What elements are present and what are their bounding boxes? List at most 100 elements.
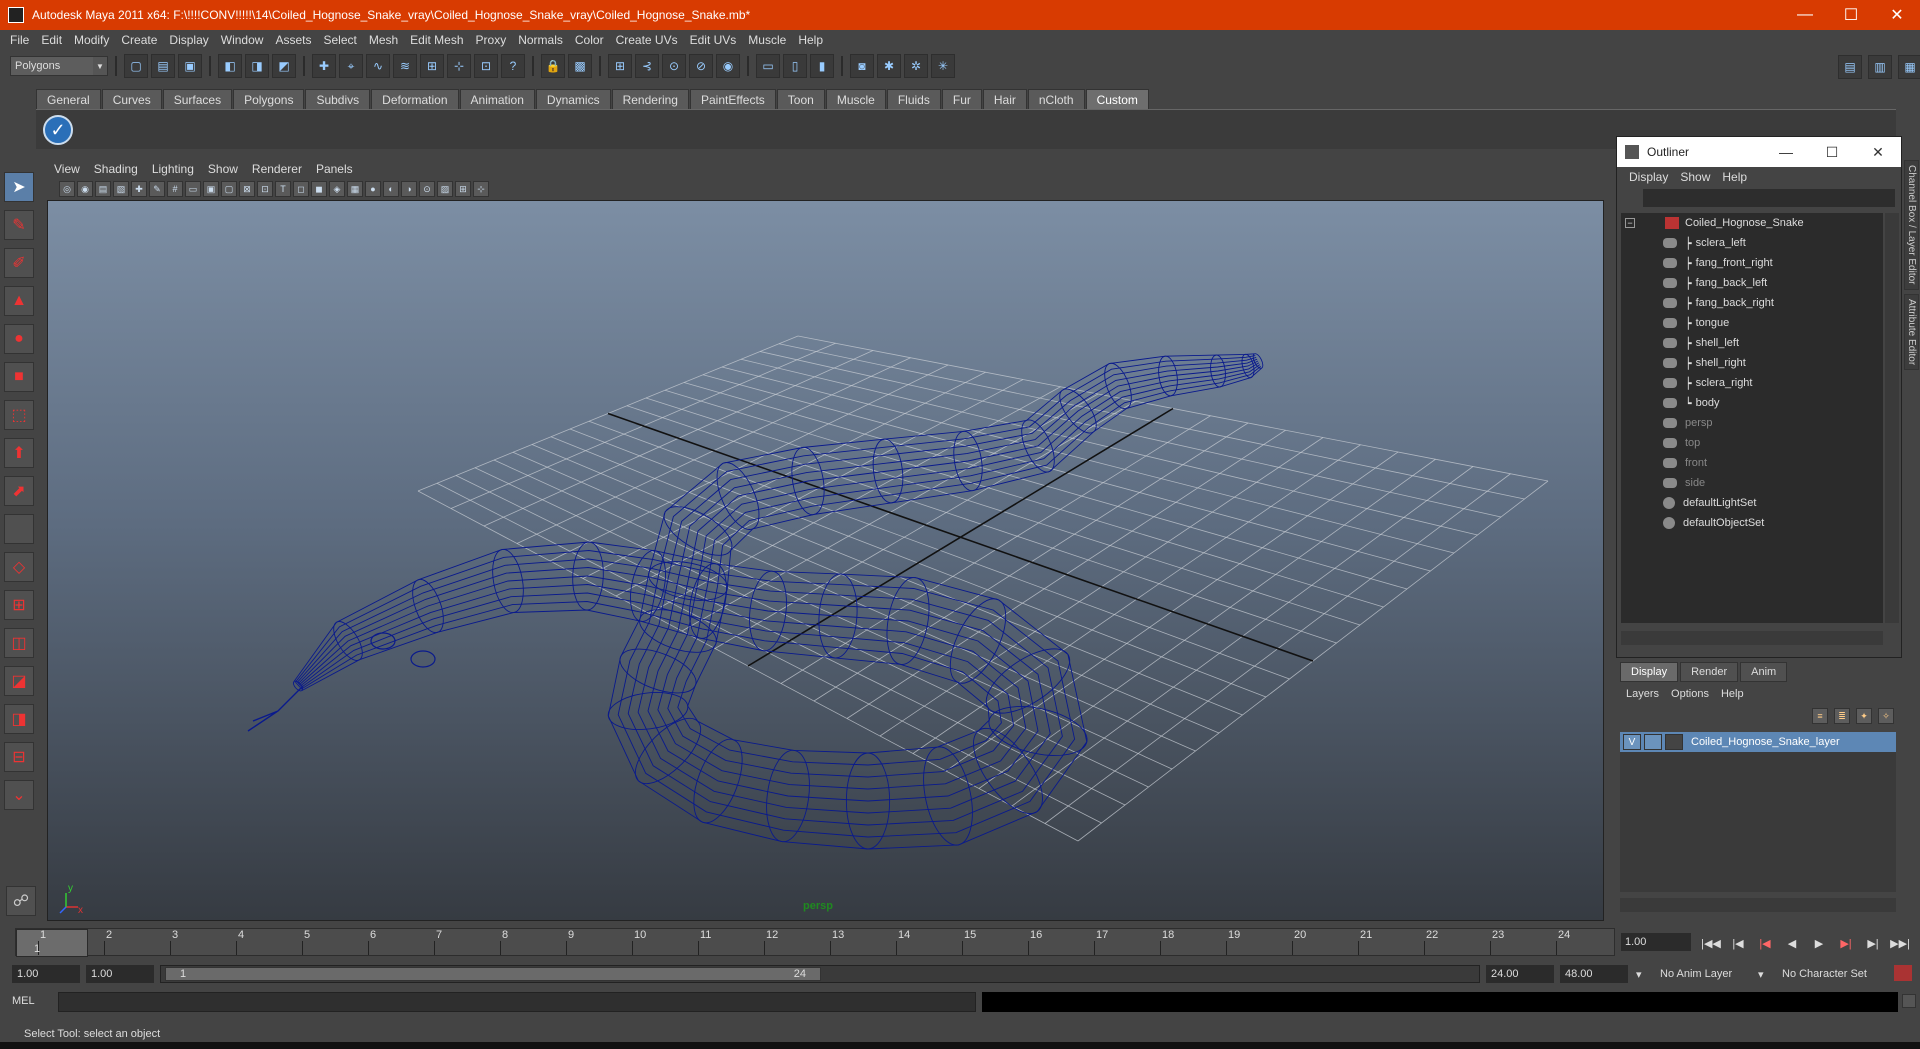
menu-create[interactable]: Create (115, 33, 163, 47)
tree-item-child[interactable]: ┝ tongue (1621, 313, 1883, 333)
shelf-tab-muscle[interactable]: Muscle (825, 89, 886, 109)
select-dynamics-icon[interactable]: ⊹ (447, 54, 471, 78)
render-settings-icon[interactable]: ✳ (931, 54, 955, 78)
move-layer-down-icon[interactable]: ≣ (1834, 708, 1850, 724)
move-tool-icon[interactable]: ▲ (4, 286, 34, 316)
current-time-field[interactable]: 1.00 (1621, 933, 1691, 951)
default-light-icon[interactable]: ◑ (401, 181, 417, 197)
tree-item-camera[interactable]: top (1621, 433, 1883, 453)
textured-icon[interactable]: ▦ (347, 181, 363, 197)
viewport-menu-lighting[interactable]: Lighting (145, 162, 201, 176)
outliner-maximize-button[interactable]: ☐ (1809, 144, 1855, 161)
select-by-hierarchy-icon[interactable]: ◧ (218, 54, 242, 78)
shelf-tab-surfaces[interactable]: Surfaces (162, 89, 233, 109)
render-view-icon[interactable]: ◙ (850, 54, 874, 78)
create-layer-from-selected-icon[interactable]: ✧ (1878, 708, 1894, 724)
snap-grid-icon[interactable]: ⊞ (608, 54, 632, 78)
image-plane-icon[interactable]: ▧ (113, 181, 129, 197)
menu-help[interactable]: Help (792, 33, 829, 47)
select-curves-icon[interactable]: ∿ (366, 54, 390, 78)
step-back-key-icon[interactable]: |◀ (1754, 933, 1776, 953)
character-set-select[interactable]: ▾ No Character Set (1758, 965, 1888, 983)
menu-modify[interactable]: Modify (68, 33, 115, 47)
select-deformers-icon[interactable]: ⊞ (420, 54, 444, 78)
outliner-menu-show[interactable]: Show (1674, 170, 1716, 184)
go-to-end-icon[interactable]: ▶▶| (1889, 933, 1911, 953)
layer-visibility-toggle[interactable]: V (1623, 734, 1641, 750)
shelf-tab-ncloth[interactable]: nCloth (1027, 89, 1085, 109)
shelf-tab-fur[interactable]: Fur (941, 89, 982, 109)
wireframe-on-shaded-icon[interactable]: ◈ (329, 181, 345, 197)
safe-title-icon[interactable]: T (275, 181, 291, 197)
two-d-pan-icon[interactable]: ✚ (131, 181, 147, 197)
layer-row[interactable]: V Coiled_Hognose_Snake_layer (1620, 732, 1896, 752)
scale-tool-icon[interactable]: ■ (4, 362, 34, 392)
outliner-filter-input[interactable] (1643, 189, 1895, 207)
tree-item-child[interactable]: ┝ shell_right (1621, 353, 1883, 373)
highlight-selection-icon[interactable]: ▩ (568, 54, 592, 78)
playback-start-field[interactable]: 1.00 (86, 965, 154, 983)
xray-active-icon[interactable]: ⊹ (473, 181, 489, 197)
gate-mask-icon[interactable]: ▢ (221, 181, 237, 197)
play-backward-icon[interactable]: ◀ (1781, 933, 1803, 953)
shelf-tab-polygons[interactable]: Polygons (233, 89, 305, 109)
menu-muscle[interactable]: Muscle (742, 33, 792, 47)
anim-layer-select[interactable]: ▾ No Anim Layer (1636, 965, 1754, 983)
menu-normals[interactable]: Normals (512, 33, 569, 47)
move-layer-up-icon[interactable]: ≡ (1812, 708, 1828, 724)
single-pane-layout-icon[interactable]: ◇ (4, 552, 34, 582)
tree-item-camera[interactable]: front (1621, 453, 1883, 473)
viewport-menu-show[interactable]: Show (201, 162, 245, 176)
maximize-button[interactable]: ☐ (1828, 0, 1874, 30)
tree-item-camera[interactable]: persp (1621, 413, 1883, 433)
smooth-shade-icon[interactable]: ◼ (311, 181, 327, 197)
outliner-close-button[interactable]: ✕ (1855, 144, 1901, 161)
viewport-menu-panels[interactable]: Panels (309, 162, 360, 176)
soft-mod-icon[interactable]: ⬆ (4, 438, 34, 468)
play-forward-icon[interactable]: ▶ (1808, 933, 1830, 953)
snap-view-plane-icon[interactable]: ⊘ (689, 54, 713, 78)
tree-item-child[interactable]: ┝ shell_left (1621, 333, 1883, 353)
snap-point-icon[interactable]: ⊙ (662, 54, 686, 78)
minimize-button[interactable]: — (1782, 0, 1828, 30)
script-editor-icon[interactable]: ☍ (6, 886, 36, 916)
rotate-tool-icon[interactable]: ● (4, 324, 34, 354)
tree-item-camera[interactable]: side (1621, 473, 1883, 493)
construction-history-icon[interactable]: ▮ (810, 54, 834, 78)
menu-set-select[interactable]: Polygons ▼ (10, 56, 108, 76)
snap-curve-icon[interactable]: ⊰ (635, 54, 659, 78)
grease-pencil-icon[interactable]: ✎ (149, 181, 165, 197)
channel-box-tab[interactable]: Channel Box / Layer Editor (1904, 160, 1919, 290)
select-handles-icon[interactable]: ✚ (312, 54, 336, 78)
shelf-tab-curves[interactable]: Curves (101, 89, 162, 109)
xray-joints-icon[interactable]: ⊞ (455, 181, 471, 197)
select-tool-icon[interactable]: ➤ (4, 172, 34, 202)
select-joints-icon[interactable]: ⌖ (339, 54, 363, 78)
camera-attributes-icon[interactable]: ◉ (77, 181, 93, 197)
menu-proxy[interactable]: Proxy (470, 33, 513, 47)
tree-item-set[interactable]: defaultLightSet (1621, 493, 1883, 513)
menu-edit-uvs[interactable]: Edit UVs (684, 33, 743, 47)
tree-item-child[interactable]: ┝ sclera_right (1621, 373, 1883, 393)
current-frame-marker[interactable] (16, 929, 88, 957)
menu-edit[interactable]: Edit (35, 33, 68, 47)
toggle-channel-box-icon[interactable]: ▦ (1898, 55, 1920, 79)
create-empty-layer-icon[interactable]: ✦ (1856, 708, 1872, 724)
render-current-icon[interactable]: ✱ (877, 54, 901, 78)
save-scene-icon[interactable]: ▣ (178, 54, 202, 78)
layer-horizontal-scrollbar[interactable] (1620, 898, 1896, 912)
shelf-tab-general[interactable]: General (36, 89, 101, 109)
shelf-tab-hair[interactable]: Hair (982, 89, 1027, 109)
outliner-minimize-button[interactable]: — (1763, 144, 1809, 160)
mel-command-input[interactable] (58, 992, 976, 1012)
animation-start-field[interactable]: 1.00 (12, 965, 80, 983)
step-forward-key-icon[interactable]: ▶| (1835, 933, 1857, 953)
tree-item-child[interactable]: ┕ body (1621, 393, 1883, 413)
playback-end-field[interactable]: 24.00 (1486, 965, 1554, 983)
shadows-icon[interactable]: ◐ (383, 181, 399, 197)
open-scene-icon[interactable]: ▤ (151, 54, 175, 78)
shelf-tab-rendering[interactable]: Rendering (611, 89, 689, 109)
outliner-menu-display[interactable]: Display (1623, 170, 1674, 184)
ipr-render-icon[interactable]: ✲ (904, 54, 928, 78)
layer-display-type-toggle[interactable] (1644, 734, 1662, 750)
